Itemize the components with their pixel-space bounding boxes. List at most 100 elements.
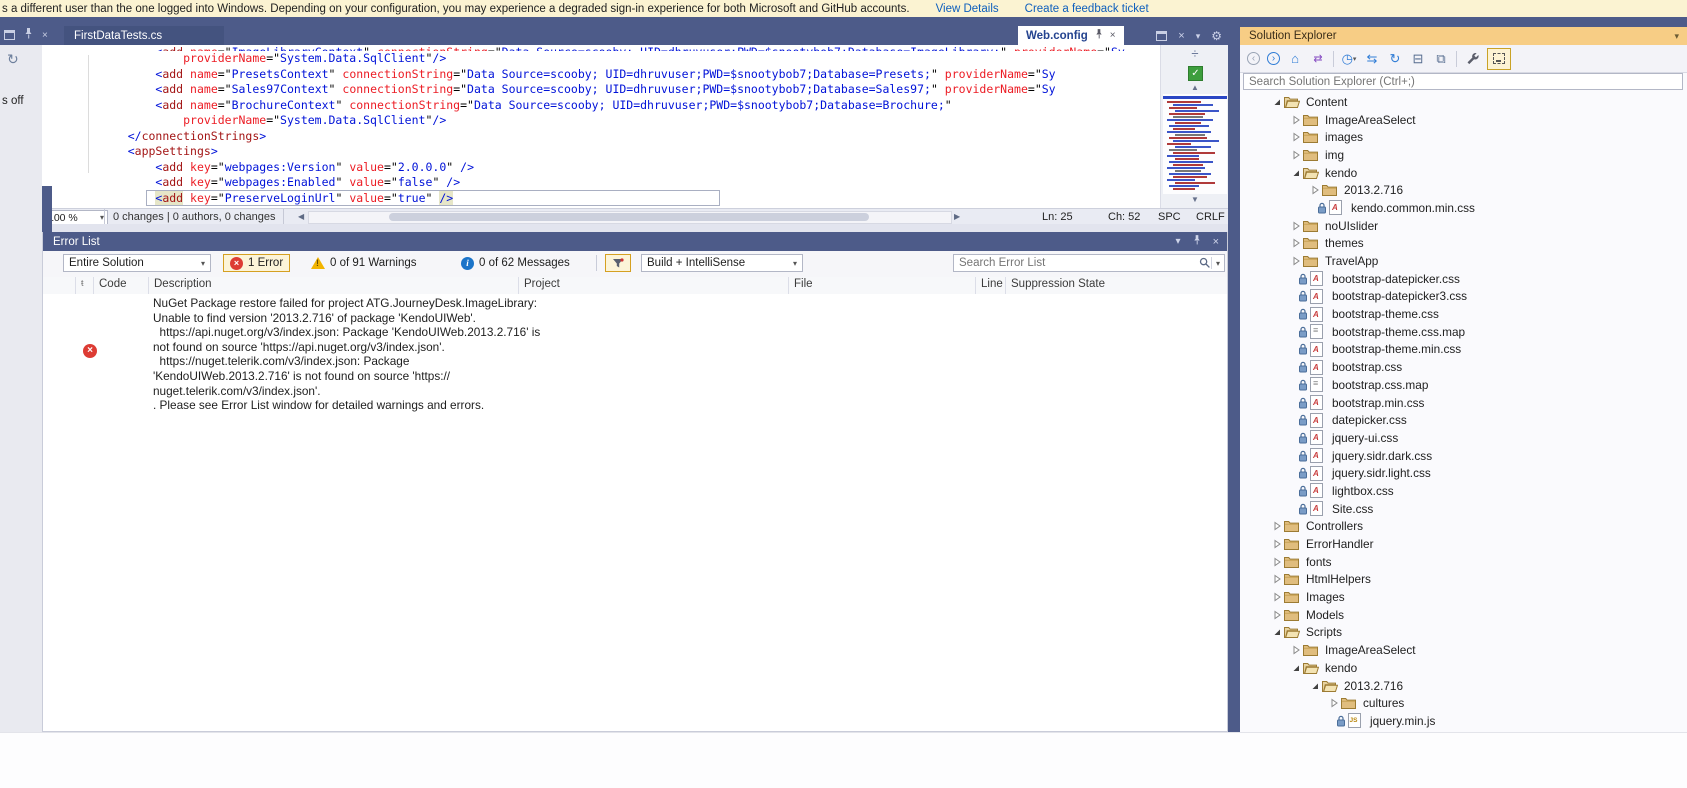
properties-wrench-icon[interactable] — [1464, 51, 1480, 67]
tree-item-site-css[interactable]: Site.css — [1240, 500, 1687, 518]
code-line[interactable]: <add name="Sales97Context" connectionStr… — [100, 82, 1160, 98]
expand-arrow-icon[interactable] — [1289, 256, 1303, 266]
scroll-right-icon[interactable]: ▶ — [954, 212, 960, 221]
forward-icon[interactable]: › — [1267, 52, 1280, 65]
tree-item-kendo-common-min-css[interactable]: kendo.common.min.css — [1240, 199, 1687, 217]
collapse-all-icon[interactable]: ⊟ — [1410, 51, 1426, 67]
expand-arrow-icon[interactable] — [1270, 592, 1284, 602]
pin-tab-icon[interactable] — [1095, 29, 1103, 42]
sync-with-active-document-icon[interactable]: ⇄ — [1310, 51, 1326, 67]
error-search-box[interactable]: ▾ — [953, 254, 1225, 272]
tree-item-scripts[interactable]: Scripts — [1240, 624, 1687, 642]
code-line[interactable]: <add key="webpages:Version" value="2.0.0… — [100, 160, 1160, 176]
editor-scrollbar-map[interactable]: ÷ ✓ ▲ ▼ — [1160, 45, 1229, 208]
tree-item-images[interactable]: Images — [1240, 588, 1687, 606]
panel-divider[interactable] — [42, 224, 1228, 232]
tree-item-imageareaselect[interactable]: ImageAreaSelect — [1240, 641, 1687, 659]
refresh-icon[interactable]: ↻ — [1387, 51, 1403, 67]
code-minimap[interactable] — [1163, 94, 1227, 194]
code-line[interactable]: </connectionStrings> — [100, 129, 1160, 145]
expand-arrow-icon[interactable] — [1289, 645, 1303, 655]
tree-item-bootstrap-datepicker-css[interactable]: bootstrap-datepicker.css — [1240, 270, 1687, 288]
expand-arrow-icon[interactable] — [1327, 698, 1341, 708]
home-icon[interactable]: ⌂ — [1287, 51, 1303, 67]
tree-item-jquery-sidr-light-css[interactable]: jquery.sidr.light.css — [1240, 464, 1687, 482]
pending-changes-filter-icon[interactable]: ◷▾ — [1341, 51, 1357, 67]
tree-item-content[interactable]: Content — [1240, 93, 1687, 111]
expand-arrow-icon[interactable] — [1289, 238, 1303, 248]
code-line[interactable]: providerName="System.Data.SqlClient"/> — [100, 113, 1160, 129]
collapse-arrow-icon[interactable] — [1270, 627, 1284, 637]
filter-funnel-button[interactable] — [605, 254, 631, 272]
pin-icon[interactable] — [24, 28, 33, 42]
column-flag[interactable]: ŧ — [76, 277, 94, 294]
tree-item-jquery-min-js[interactable]: jquery.min.js — [1240, 712, 1687, 730]
code-line[interactable]: <add name="PresetsContext" connectionStr… — [100, 67, 1160, 83]
close-icon[interactable]: × — [1213, 236, 1219, 248]
collapse-arrow-icon[interactable] — [1289, 663, 1303, 673]
feedback-link[interactable]: Create a feedback ticket — [1025, 3, 1149, 15]
collapse-arrow-icon[interactable] — [1308, 681, 1322, 691]
tree-item-jquery-ui-css[interactable]: jquery-ui.css — [1240, 429, 1687, 447]
tree-item-htmlhelpers[interactable]: HtmlHelpers — [1240, 571, 1687, 589]
column-code[interactable]: Code — [94, 277, 149, 294]
messages-filter-button[interactable]: i 0 of 62 Messages — [455, 254, 576, 272]
column-line[interactable]: Line — [976, 277, 1006, 294]
search-input[interactable] — [1243, 73, 1683, 90]
horizontal-scrollbar[interactable] — [308, 211, 952, 224]
code-line[interactable]: <add key="webpages:Enabled" value="false… — [100, 175, 1160, 191]
chevron-down-icon[interactable]: ▾ — [1196, 31, 1201, 42]
search-input[interactable] — [954, 257, 1199, 269]
expand-arrow-icon[interactable] — [1289, 132, 1303, 142]
tree-item-kendo[interactable]: kendo — [1240, 164, 1687, 182]
column-blank[interactable] — [43, 277, 76, 294]
expand-arrow-icon[interactable] — [1289, 150, 1303, 160]
zoom-combo[interactable]: 100 % ▾ — [44, 210, 108, 225]
split-handle-icon[interactable]: ÷ — [1161, 46, 1229, 61]
column-suppression-state[interactable]: Suppression State — [1006, 277, 1227, 294]
column-file[interactable]: File — [789, 277, 976, 294]
tree-item-2013-2-716[interactable]: 2013.2.716 — [1240, 181, 1687, 199]
warnings-filter-button[interactable]: 0 of 91 Warnings — [305, 254, 423, 272]
expand-arrow-icon[interactable] — [1270, 521, 1284, 531]
expand-arrow-icon[interactable] — [1270, 539, 1284, 549]
tree-item-img[interactable]: img — [1240, 146, 1687, 164]
scope-combo[interactable]: Entire Solution ▾ — [63, 254, 211, 272]
preview-selected-icon[interactable]: ⧉ — [1433, 51, 1449, 67]
tree-item-bootstrap-min-css[interactable]: bootstrap.min.css — [1240, 394, 1687, 412]
scroll-up-icon[interactable]: ▲ — [1161, 83, 1229, 92]
expand-arrow-icon[interactable] — [1270, 574, 1284, 584]
expand-arrow-icon[interactable] — [1308, 185, 1322, 195]
tree-item-bootstrap-theme-css[interactable]: bootstrap-theme.css — [1240, 305, 1687, 323]
tree-item-bootstrap-theme-min-css[interactable]: bootstrap-theme.min.css — [1240, 341, 1687, 359]
tree-item-controllers[interactable]: Controllers — [1240, 518, 1687, 536]
tree-item-kendo[interactable]: kendo — [1240, 659, 1687, 677]
expand-arrow-icon[interactable] — [1289, 221, 1303, 231]
expand-arrow-icon[interactable] — [1270, 610, 1284, 620]
chevron-down-icon[interactable]: ▾ — [1212, 259, 1224, 268]
expand-arrow-icon[interactable] — [1289, 115, 1303, 125]
code-line[interactable]: <add name="BrochureContext" connectionSt… — [100, 98, 1160, 114]
scroll-left-icon[interactable]: ◀ — [298, 212, 304, 221]
errors-filter-button[interactable]: × 1 Error — [223, 254, 290, 272]
collapse-arrow-icon[interactable] — [1289, 168, 1303, 178]
tree-item-errorhandler[interactable]: ErrorHandler — [1240, 535, 1687, 553]
tree-item-cultures[interactable]: cultures — [1240, 694, 1687, 712]
close-icon[interactable]: × — [1178, 30, 1184, 42]
settings-gear-icon[interactable]: ⚙ — [1211, 29, 1222, 43]
expand-arrow-icon[interactable] — [1270, 557, 1284, 567]
tree-item-bootstrap-css[interactable]: bootstrap.css — [1240, 358, 1687, 376]
source-control-status[interactable]: 0 changes | 0 authors, 0 changes — [104, 209, 284, 224]
code-line[interactable]: <appSettings> — [100, 144, 1160, 160]
show-all-files-button[interactable] — [1487, 48, 1511, 70]
scroll-down-icon[interactable]: ▼ — [1161, 195, 1229, 204]
tree-item-images[interactable]: images — [1240, 128, 1687, 146]
code-editor[interactable]: <add name="ImageLibraryContext" connecti… — [42, 45, 1160, 208]
tree-item-themes[interactable]: themes — [1240, 235, 1687, 253]
restore-window-icon[interactable] — [4, 30, 15, 40]
code-text-area[interactable]: <add name="ImageLibraryContext" connecti… — [42, 45, 1160, 208]
tree-item-nouislider[interactable]: noUIslider — [1240, 217, 1687, 235]
tree-item-imageareaselect[interactable]: ImageAreaSelect — [1240, 111, 1687, 129]
tree-item-2013-2-716[interactable]: 2013.2.716 — [1240, 677, 1687, 695]
scrollbar-thumb[interactable] — [389, 213, 869, 221]
